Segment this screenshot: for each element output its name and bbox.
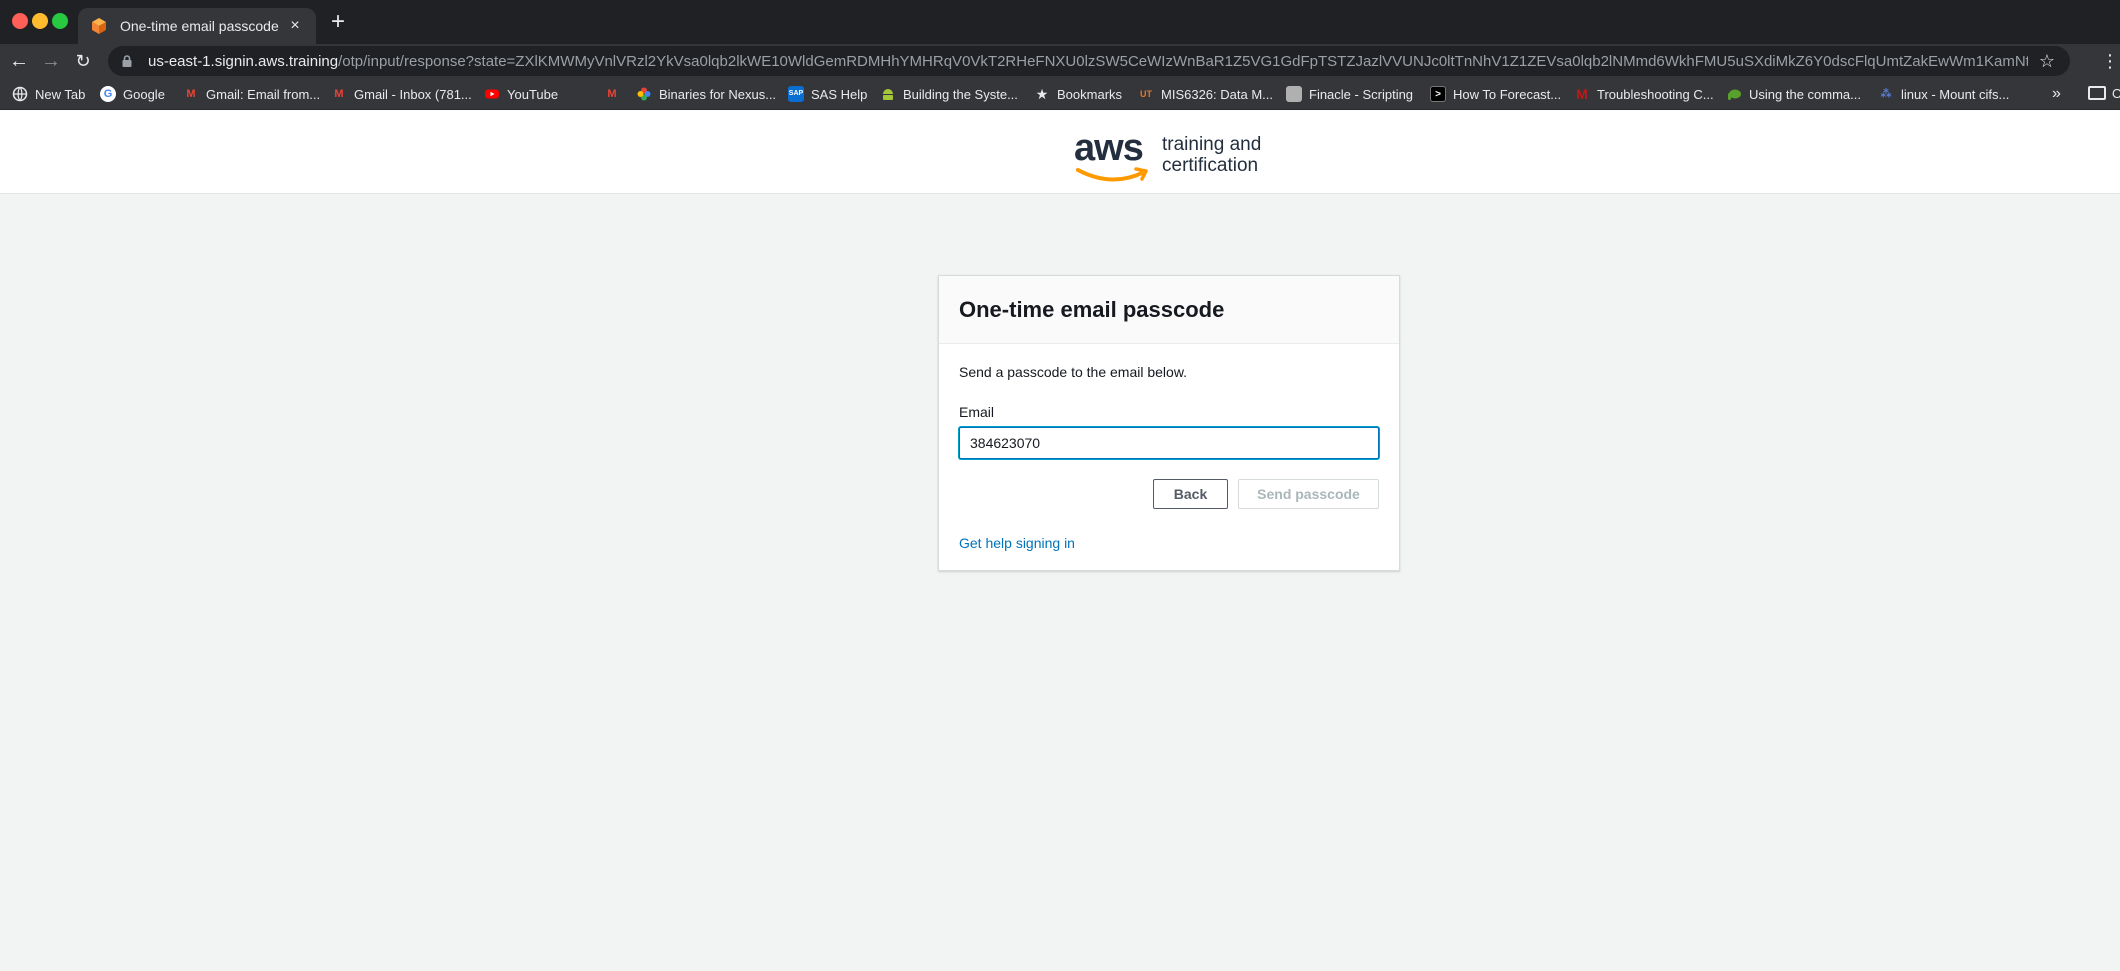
bookmark-label: MIS6326: Data M... <box>1161 86 1273 102</box>
button-row: Back Send passcode <box>959 479 1379 509</box>
bookmark-sas-help[interactable]: SAP SAS Help <box>788 84 867 104</box>
logo-wordmark: aws <box>1074 127 1144 169</box>
browser-menu-icon[interactable]: ⋮ <box>2100 46 2120 76</box>
bookmark-label: SAS Help <box>811 86 868 102</box>
utd-icon: UT <box>1140 89 1152 99</box>
card-body: Send a passcode to the email below. Emai… <box>939 344 1399 553</box>
gmail-icon: M <box>334 88 344 100</box>
bookmark-gmail[interactable]: M <box>604 84 627 104</box>
logo-tagline-line2: certification <box>1162 155 1259 176</box>
send-passcode-button[interactable]: Send passcode <box>1238 479 1379 509</box>
google-icon: G <box>100 86 116 102</box>
bookmarks-overflow-icon[interactable]: » <box>2052 84 2061 104</box>
bookmark-bookmarks-folder[interactable]: ★ Bookmarks <box>1034 84 1122 104</box>
stackexchange-icon: ⁂ <box>1880 88 1892 100</box>
bookmark-label: Binaries for Nexus... <box>659 86 777 102</box>
new-tab-button[interactable]: + <box>326 10 350 34</box>
google-photos-icon <box>636 86 652 102</box>
bookmark-label: Bookmarks <box>1057 86 1123 102</box>
terminal-icon: > <box>1430 86 1446 102</box>
url-text[interactable]: us-east-1.signin.aws.training/otp/input/… <box>148 53 2028 70</box>
bookmark-gmail-email[interactable]: M Gmail: Email from... <box>183 84 320 104</box>
tab-close-icon[interactable]: × <box>286 17 304 35</box>
bookmark-label: Troubleshooting C... <box>1597 86 1714 102</box>
bookmark-how-to-forecast[interactable]: > How To Forecast... <box>1430 84 1561 104</box>
youtube-icon <box>484 86 500 102</box>
folder-icon[interactable] <box>2088 86 2106 100</box>
forward-arrow-icon[interactable]: → <box>36 46 66 76</box>
back-button[interactable]: Back <box>1153 479 1228 509</box>
bookmark-linux-mount[interactable]: ⁂ linux - Mount cifs... <box>1878 84 2009 104</box>
aws-training-logo[interactable]: aws training and certification <box>1074 128 1274 184</box>
bookmark-label: Google <box>123 86 165 102</box>
aws-cube-icon <box>90 17 108 35</box>
gmail-icon: M <box>186 88 196 100</box>
site-header: aws training and certification <box>0 110 2120 194</box>
bookmark-star-icon[interactable]: ☆ <box>2036 51 2058 72</box>
bookmark-label: YouTube <box>507 86 559 102</box>
bookmark-label: Using the comma... <box>1749 86 1861 102</box>
bookmark-label: New Tab <box>35 86 86 102</box>
url-path: /otp/input/response?state=ZXlKMWMyVnlVRz… <box>338 52 2028 70</box>
star-icon: ★ <box>1035 86 1049 102</box>
globe-icon <box>12 86 28 102</box>
bookmark-label: Finacle - Scripting <box>1309 86 1414 102</box>
browser-tab-strip: One-time email passcode × + <box>0 0 2120 44</box>
help-signing-in-link[interactable]: Get help signing in <box>959 535 1075 551</box>
window-maximize-button[interactable] <box>52 13 68 29</box>
passcode-card: One-time email passcode Send a passcode … <box>938 275 1400 571</box>
browser-toolbar: ← → ↻ us-east-1.signin.aws.training/otp/… <box>0 44 2120 78</box>
bookmark-youtube[interactable]: YouTube <box>484 84 558 104</box>
bookmark-using-command[interactable]: Using the comma... <box>1726 84 1861 104</box>
bookmark-mis6326[interactable]: UT MIS6326: Data M... <box>1138 84 1273 104</box>
browser-tab-active[interactable]: One-time email passcode × <box>78 8 316 44</box>
bookmark-label: How To Forecast... <box>1453 86 1562 102</box>
other-bookmarks-label[interactable]: O <box>2112 84 2120 104</box>
logo-tagline: training and certification <box>1162 134 1261 176</box>
bookmark-label: Gmail: Email from... <box>206 86 321 102</box>
bookmark-troubleshooting[interactable]: M Troubleshooting C... <box>1574 84 1714 104</box>
android-icon <box>880 86 896 102</box>
amazon-smile-icon <box>1076 167 1148 182</box>
email-label: Email <box>959 404 995 420</box>
window-close-button[interactable] <box>12 13 28 29</box>
back-arrow-icon[interactable]: ← <box>4 46 34 76</box>
email-field[interactable] <box>959 427 1379 459</box>
bookmark-finacle[interactable]: Finacle - Scripting <box>1286 84 1413 104</box>
bookmark-label: Gmail - Inbox (781... <box>354 86 472 102</box>
url-host: us-east-1.signin.aws.training <box>148 52 339 70</box>
window-minimize-button[interactable] <box>32 13 48 29</box>
bookmark-gmail-inbox[interactable]: M Gmail - Inbox (781... <box>331 84 472 104</box>
address-bar[interactable]: us-east-1.signin.aws.training/otp/input/… <box>108 46 2070 76</box>
bookmark-google[interactable]: G Google <box>100 84 165 104</box>
sap-icon: SAP <box>788 86 804 102</box>
finacle-icon <box>1286 86 1302 102</box>
logo-tagline-line1: training and <box>1162 134 1262 155</box>
tab-title: One-time email passcode <box>120 18 279 34</box>
bookmark-binaries-nexus[interactable]: Binaries for Nexus... <box>636 84 776 104</box>
bookmark-building-system[interactable]: Building the Syste... <box>880 84 1018 104</box>
card-header: One-time email passcode <box>939 276 1399 344</box>
bookmark-new-tab[interactable]: New Tab <box>12 84 85 104</box>
elephant-icon <box>1726 86 1742 102</box>
reload-icon[interactable]: ↻ <box>68 46 98 76</box>
bookmark-label: linux - Mount cifs... <box>1901 86 2010 102</box>
card-description: Send a passcode to the email below. <box>959 364 1188 380</box>
card-title: One-time email passcode <box>959 296 1225 322</box>
bookmarks-bar: New Tab G Google M Gmail: Email from... … <box>0 78 2120 110</box>
lock-icon[interactable] <box>120 54 134 68</box>
bookmark-label: Building the Syste... <box>903 86 1018 102</box>
gmail-icon: M <box>607 88 617 100</box>
mcafee-icon: M <box>1576 86 1588 102</box>
